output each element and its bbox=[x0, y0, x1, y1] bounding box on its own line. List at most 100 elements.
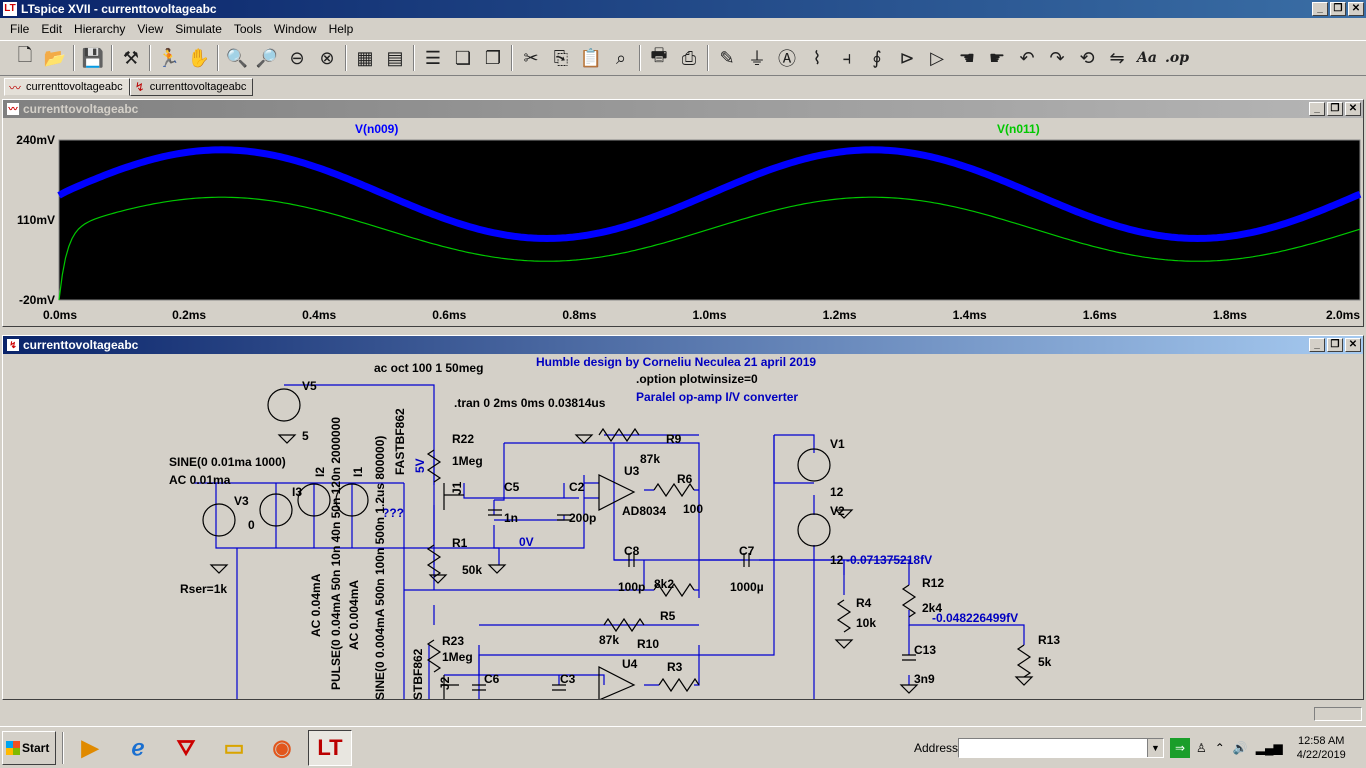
menu-hierarchy[interactable]: Hierarchy bbox=[68, 22, 131, 36]
v5-label[interactable]: V5 bbox=[302, 379, 317, 393]
draw-wire-icon[interactable]: ✎ bbox=[712, 43, 742, 73]
ground-icon[interactable]: ⏚ bbox=[742, 43, 772, 73]
undo-icon[interactable]: ↶ bbox=[1012, 43, 1042, 73]
r9-value[interactable]: 87k bbox=[640, 452, 660, 466]
option-directive[interactable]: .option plotwinsize=0 bbox=[636, 372, 758, 386]
c7-label[interactable]: C7 bbox=[739, 544, 755, 558]
u3-model[interactable]: AD8034 bbox=[622, 504, 666, 518]
menu-tools[interactable]: Tools bbox=[228, 22, 268, 36]
r13-value[interactable]: 5k bbox=[1038, 655, 1052, 669]
cascade-icon[interactable]: ❏ bbox=[448, 43, 478, 73]
zoom-out-icon[interactable]: ⊖ bbox=[282, 43, 312, 73]
r22-value[interactable]: 1Meg bbox=[452, 454, 483, 468]
waveform-window-titlebar[interactable]: 〰 currenttovoltageabc _ ❐ ✕ bbox=[3, 100, 1363, 118]
waveform-plot[interactable]: V(n009) V(n011) 240mV 110mV -20mV 0.0ms 0.2… bbox=[3, 119, 1363, 327]
r3-resistor[interactable] bbox=[658, 677, 700, 693]
trace-label-v-n009[interactable]: V(n009) bbox=[355, 122, 398, 136]
control-panel-hammer-icon[interactable]: ⚒ bbox=[116, 43, 146, 73]
rotate-icon[interactable]: ⟲ bbox=[1072, 43, 1102, 73]
r5-label[interactable]: R5 bbox=[660, 609, 676, 623]
u4-label[interactable]: U4 bbox=[622, 657, 638, 671]
ground-symbol[interactable] bbox=[277, 434, 297, 444]
u3-label[interactable]: U3 bbox=[624, 464, 640, 478]
fastbf862-label[interactable]: FASTBF862 bbox=[393, 408, 407, 475]
ac-0004-spec[interactable]: AC 0.004mA bbox=[347, 580, 361, 650]
ground-symbol[interactable] bbox=[487, 564, 507, 574]
r10-value[interactable]: 87k bbox=[599, 633, 619, 647]
internet-explorer-icon[interactable]: ℯ bbox=[116, 730, 160, 766]
r12-label[interactable]: R12 bbox=[922, 576, 944, 590]
sine-source-spec[interactable]: SINE(0 0.01ma 1000) bbox=[169, 455, 286, 469]
pulse-spec[interactable]: PULSE(0 0.04mA 50n 10n 40n 50n 120n 2000… bbox=[329, 417, 343, 690]
capacitor-icon[interactable]: ⫞ bbox=[832, 43, 862, 73]
pan-icon[interactable]: 🔎 bbox=[252, 43, 282, 73]
net-5v-label[interactable]: 5V bbox=[413, 458, 427, 473]
address-go-icon[interactable]: ⇒ bbox=[1170, 738, 1190, 758]
inductor-icon[interactable]: ∮ bbox=[862, 43, 892, 73]
expand-tray-icon[interactable]: ⌃ bbox=[1215, 741, 1225, 755]
ground-symbol[interactable] bbox=[899, 684, 919, 694]
ground-symbol[interactable] bbox=[834, 639, 854, 649]
i3-label[interactable]: I3 bbox=[292, 485, 302, 499]
text-font-icon[interactable]: Aa bbox=[1132, 43, 1162, 73]
v3-source[interactable] bbox=[202, 503, 236, 537]
v1-value[interactable]: 12 bbox=[830, 485, 844, 499]
c5-label[interactable]: C5 bbox=[504, 480, 520, 494]
r13-resistor[interactable] bbox=[1016, 644, 1032, 678]
waveform-close-button[interactable]: ✕ bbox=[1345, 102, 1361, 116]
file-explorer-icon[interactable]: ▭ bbox=[212, 730, 256, 766]
r3-label[interactable]: R3 bbox=[667, 660, 683, 674]
clock[interactable]: 12:58 AM 4/22/2019 bbox=[1297, 734, 1346, 762]
tile-horizontal-icon[interactable]: ☰ bbox=[418, 43, 448, 73]
print-preview-icon[interactable]: 🖶 bbox=[644, 43, 674, 73]
net-0v-label[interactable]: 0V bbox=[519, 535, 534, 549]
address-input[interactable]: ▼ bbox=[958, 738, 1164, 758]
trace-label-v-n011[interactable]: V(n011) bbox=[997, 122, 1040, 136]
menu-view[interactable]: View bbox=[131, 22, 169, 36]
zoom-fit-icon[interactable]: ⊗ bbox=[312, 43, 342, 73]
tile-vertical-icon[interactable]: ❐ bbox=[478, 43, 508, 73]
waveform-minimize-button[interactable]: _ bbox=[1309, 102, 1325, 116]
network-icon[interactable]: ▂▄▆ bbox=[1256, 741, 1283, 755]
ac-directive[interactable]: ac oct 100 1 50meg bbox=[374, 361, 483, 375]
v2-label[interactable]: V2 bbox=[830, 504, 845, 518]
ground-symbol[interactable] bbox=[209, 564, 229, 574]
v2-value[interactable]: 12 bbox=[830, 553, 844, 567]
r22-label[interactable]: R22 bbox=[452, 432, 474, 446]
j1-label[interactable]: J1 bbox=[450, 481, 464, 495]
r23-label[interactable]: R23 bbox=[442, 634, 464, 648]
r10-label[interactable]: R10 bbox=[637, 637, 659, 651]
component-icon[interactable]: ▷ bbox=[922, 43, 952, 73]
c2-label[interactable]: C2 bbox=[569, 480, 585, 494]
r13-label[interactable]: R13 bbox=[1038, 633, 1060, 647]
r6-value[interactable]: 100 bbox=[683, 502, 703, 516]
r23-resistor[interactable] bbox=[426, 639, 442, 673]
print-icon[interactable]: ⎙ bbox=[674, 43, 704, 73]
waveform-restore-button[interactable]: ❐ bbox=[1327, 102, 1343, 116]
close-button[interactable]: ✕ bbox=[1348, 2, 1364, 16]
menu-window[interactable]: Window bbox=[268, 22, 323, 36]
save-icon[interactable]: 💾 bbox=[78, 43, 108, 73]
ltspice-app-icon[interactable]: LT bbox=[3, 2, 17, 16]
run-simulation-icon[interactable]: 🏃 bbox=[154, 43, 184, 73]
tab-waveform[interactable]: 〰 currenttovoltageabc bbox=[4, 78, 130, 96]
i1-label[interactable]: I1 bbox=[351, 467, 365, 477]
plot-area[interactable] bbox=[58, 139, 1361, 301]
restore-button[interactable]: ❐ bbox=[1330, 2, 1346, 16]
v2-source[interactable] bbox=[797, 513, 831, 547]
autorange-icon[interactable]: ▦ bbox=[350, 43, 380, 73]
schematic-window-titlebar[interactable]: ↯ currenttovoltageabc _ ❐ ✕ bbox=[3, 336, 1363, 354]
c8-value[interactable]: 100p bbox=[618, 580, 645, 594]
rser-label[interactable]: Rser=1k bbox=[180, 582, 227, 596]
resistor-icon[interactable]: ⌇ bbox=[802, 43, 832, 73]
c7-value[interactable]: 1000µ bbox=[730, 580, 764, 594]
user-icon[interactable]: ♙ bbox=[1196, 741, 1207, 755]
humble-note[interactable]: Humble design by Corneliu Neculea 21 apr… bbox=[536, 355, 816, 369]
open-folder-icon[interactable]: 📂 bbox=[40, 43, 70, 73]
ac-004-spec[interactable]: AC 0.04mA bbox=[309, 573, 323, 637]
j2-label[interactable]: J2 bbox=[438, 676, 452, 690]
copy-icon[interactable]: ⎘ bbox=[546, 43, 576, 73]
v5-source[interactable] bbox=[267, 388, 301, 422]
c13-value[interactable]: 3n9 bbox=[914, 672, 935, 686]
i2-label[interactable]: I2 bbox=[313, 467, 327, 477]
